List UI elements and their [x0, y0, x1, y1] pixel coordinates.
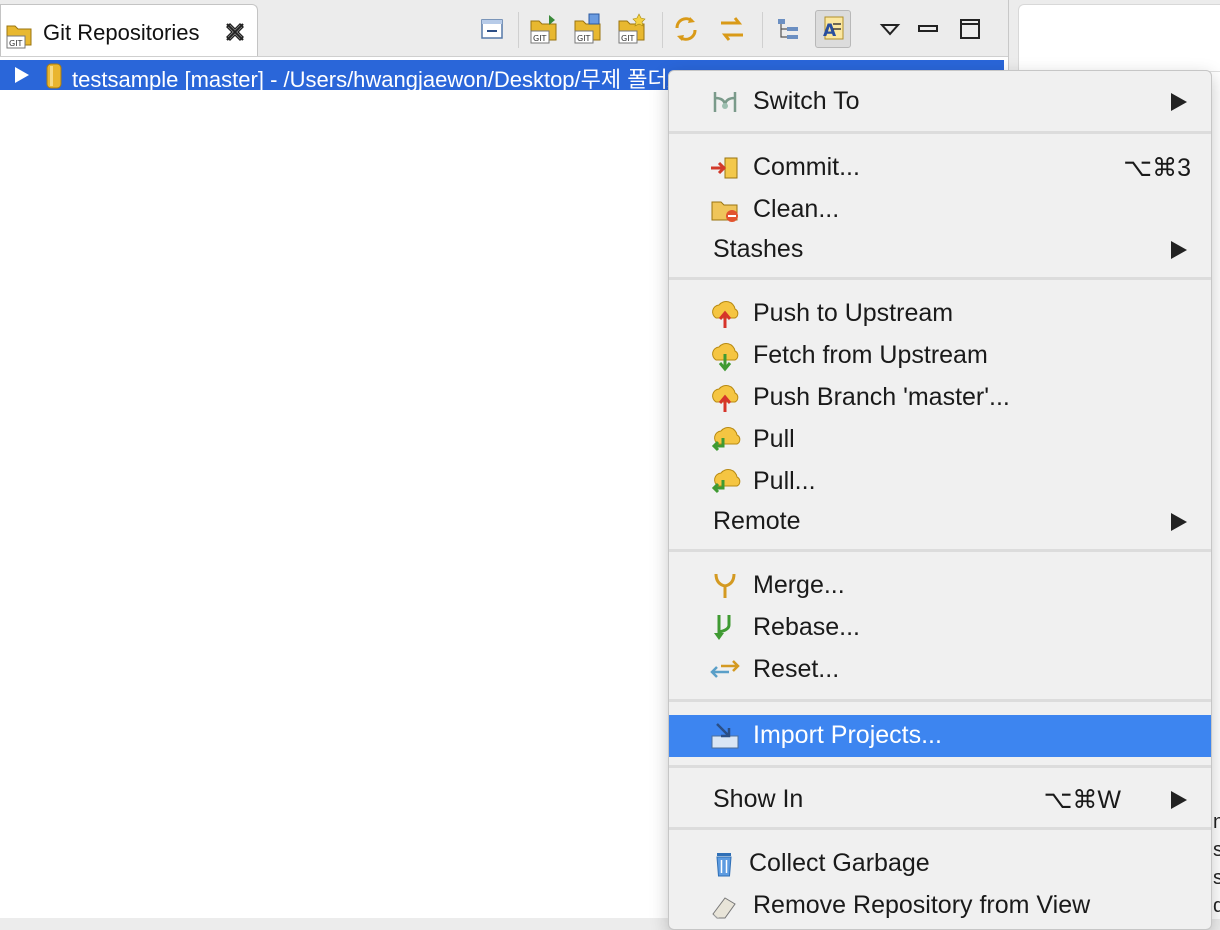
- pull-icon: [711, 427, 741, 452]
- filter-icon: A: [823, 16, 844, 41]
- create-repository-button[interactable]: GIT: [614, 10, 650, 48]
- svg-text:GIT: GIT: [577, 34, 591, 43]
- menu-item-pull-dialog[interactable]: Pull...: [669, 463, 1211, 499]
- menu-item-push-branch[interactable]: Push Branch 'master'...: [669, 379, 1211, 415]
- view-menu-icon: [879, 24, 901, 36]
- hierarchical-layout-icon: [778, 19, 798, 39]
- menu-item-stashes[interactable]: Stashes: [669, 231, 1211, 267]
- menu-item-collect-garbage[interactable]: Collect Garbage: [669, 845, 1211, 881]
- menu-separator: [669, 699, 1211, 702]
- rebase-icon: [714, 615, 731, 640]
- git-repositories-tab[interactable]: GIT Git Repositories: [0, 4, 258, 56]
- close-icon[interactable]: [223, 20, 247, 44]
- clone-repository-icon: GIT: [530, 15, 557, 44]
- expand-arrow-icon[interactable]: [14, 66, 30, 84]
- menu-separator: [669, 827, 1211, 830]
- view-title: Git Repositories: [43, 20, 200, 45]
- collapse-all-icon: [481, 19, 503, 39]
- merge-icon: [714, 573, 736, 598]
- view-tab-bar: GIT Git Repositories GIT GIT GIT A: [0, 0, 1008, 57]
- svg-text:GIT: GIT: [9, 39, 23, 48]
- menu-item-reset[interactable]: Reset...: [669, 651, 1211, 687]
- git-repositories-icon: GIT: [6, 25, 32, 49]
- sync-button[interactable]: [714, 10, 750, 48]
- link-with-selection-icon: [675, 17, 697, 41]
- background-text-fragment: st: [1213, 839, 1220, 861]
- trash-icon: [716, 853, 732, 877]
- menu-separator: [669, 131, 1211, 134]
- menu-item-import-projects[interactable]: Import Projects...: [669, 715, 1211, 757]
- shortcut-label: ⌥⌘W: [1043, 786, 1121, 814]
- menu-item-show-in[interactable]: Show In ⌥⌘W: [669, 781, 1211, 817]
- import-projects-icon: [711, 723, 739, 749]
- toolbar-separator: [518, 12, 519, 48]
- menu-separator: [669, 549, 1211, 552]
- eraser-icon: [712, 897, 736, 919]
- switch-to-icon: [713, 92, 737, 112]
- menu-item-remote[interactable]: Remote: [669, 503, 1211, 539]
- menu-item-merge[interactable]: Merge...: [669, 567, 1211, 603]
- menu-item-commit[interactable]: Commit... ⌥⌘3: [669, 149, 1211, 185]
- maximize-icon: [960, 19, 980, 39]
- create-repository-icon: GIT: [618, 13, 646, 44]
- shortcut-label: ⌥⌘3: [1123, 154, 1191, 182]
- menu-item-push-to-upstream[interactable]: Push to Upstream: [669, 295, 1211, 331]
- menu-item-fetch-from-upstream[interactable]: Fetch from Upstream: [669, 337, 1211, 373]
- push-icon: [712, 301, 739, 328]
- svg-text:GIT: GIT: [621, 34, 635, 43]
- menu-item-switch-to[interactable]: Switch To: [669, 83, 1211, 119]
- submenu-arrow-icon: [1171, 93, 1187, 111]
- fetch-icon: [712, 343, 739, 372]
- submenu-arrow-icon: [1171, 791, 1187, 809]
- menu-item-pull[interactable]: Pull: [669, 421, 1211, 457]
- menu-separator: [669, 765, 1211, 768]
- clone-repository-button[interactable]: GIT: [526, 10, 562, 48]
- context-menu: Switch To Commit... ⌥⌘3 Clean... Stashes…: [668, 70, 1212, 930]
- menu-item-rebase[interactable]: Rebase...: [669, 609, 1211, 645]
- minimize-button[interactable]: [910, 10, 946, 48]
- toolbar-separator: [662, 12, 663, 48]
- reset-icon: [710, 660, 740, 678]
- repository-icon: [46, 63, 62, 89]
- background-text-fragment: nt: [1213, 811, 1220, 833]
- clean-icon: [711, 201, 738, 222]
- commit-icon: [711, 157, 738, 179]
- add-repository-button[interactable]: GIT: [570, 10, 606, 48]
- pull-icon: [711, 469, 741, 494]
- minimize-icon: [918, 25, 938, 32]
- view-menu-button[interactable]: [872, 10, 908, 48]
- maximize-button[interactable]: [952, 10, 988, 48]
- submenu-arrow-icon: [1171, 241, 1187, 259]
- collapse-all-button[interactable]: [474, 10, 510, 48]
- push-branch-icon: [712, 385, 739, 412]
- menu-item-clean[interactable]: Clean...: [669, 191, 1211, 227]
- link-with-selection-button[interactable]: [668, 10, 704, 48]
- hierarchical-layout-button[interactable]: [770, 10, 806, 48]
- filter-button[interactable]: A: [815, 10, 851, 48]
- background-text-fragment: d: [1213, 895, 1220, 917]
- submenu-arrow-icon: [1171, 513, 1187, 531]
- menu-separator: [669, 277, 1211, 280]
- sync-icon: [721, 17, 743, 41]
- svg-text:GIT: GIT: [533, 34, 547, 43]
- toolbar-separator: [762, 12, 763, 48]
- add-repository-icon: GIT: [574, 13, 601, 44]
- background-text-fragment: st: [1213, 867, 1220, 889]
